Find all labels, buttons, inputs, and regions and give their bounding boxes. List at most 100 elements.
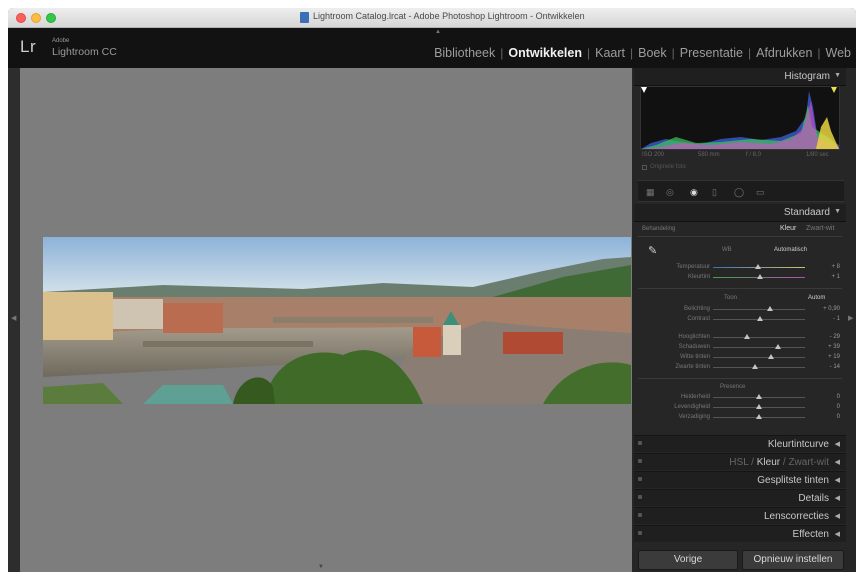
auto-tone-button[interactable]: Autom [808, 295, 825, 301]
slider-knob[interactable] [756, 404, 762, 409]
highlights-value[interactable]: - 29 [814, 334, 840, 340]
adobe-label: Adobe [52, 38, 70, 44]
clarity-value[interactable]: 0 [814, 394, 840, 400]
expand-icon: ◀ [834, 531, 840, 538]
histogram-chart[interactable] [640, 86, 840, 150]
collapse-icon: ▼ [834, 208, 841, 215]
module-slideshow[interactable]: Presentatie [675, 46, 748, 60]
panorama-photo [43, 237, 631, 404]
crop-tool-icon[interactable]: ▦ [646, 187, 655, 198]
whites-value[interactable]: + 19 [814, 354, 840, 360]
expand-left-panel-icon[interactable]: ◀ [11, 314, 16, 322]
adjustment-brush-icon[interactable]: ▭ [756, 187, 765, 198]
expand-filmstrip-icon[interactable]: ▼ [318, 564, 324, 570]
lens-corrections-panel-header[interactable]: Lenscorrecties ◀ [634, 507, 846, 524]
reset-button[interactable]: Opnieuw instellen [742, 550, 844, 570]
slider-knob[interactable] [768, 354, 774, 359]
blacks-slider[interactable] [713, 364, 805, 369]
tint-value[interactable]: + 1 [814, 274, 840, 280]
hsl-panel-header[interactable]: HSL / Kleur / Zwart-wit ◀ [634, 453, 846, 470]
shadows-value[interactable]: + 39 [814, 344, 840, 350]
radial-filter-icon[interactable]: ◯ [734, 187, 744, 198]
blacks-value[interactable]: - 14 [814, 364, 840, 370]
close-window-button[interactable] [16, 13, 26, 23]
split-toning-panel-header[interactable]: Gesplitste tinten ◀ [634, 471, 846, 488]
right-panel-edge: ▶ [846, 68, 856, 572]
contrast-slider[interactable] [713, 316, 805, 321]
module-header: Lr Adobe Lightroom CC ▲ Bibliotheek | Ont… [8, 28, 856, 68]
slider-knob[interactable] [757, 316, 763, 321]
module-map[interactable]: Kaart [590, 46, 630, 60]
minimize-window-button[interactable] [31, 13, 41, 23]
temperature-label: Temperatuur [676, 264, 710, 270]
product-name: Lightroom CC [52, 46, 117, 58]
document-icon [300, 12, 309, 23]
slider-knob[interactable] [757, 274, 763, 279]
tint-label: Kleurtint [687, 274, 710, 280]
treatment-bw-option[interactable]: Zwart-wit [806, 225, 834, 232]
slider-knob[interactable] [752, 364, 758, 369]
treatment-color-option[interactable]: Kleur [780, 225, 796, 232]
module-print[interactable]: Afdrukken [751, 46, 817, 60]
photo-canvas[interactable]: ▼ [20, 68, 632, 572]
slider-knob[interactable] [756, 394, 762, 399]
color-tab[interactable]: Kleur [757, 457, 780, 468]
exposure-slider[interactable] [713, 306, 805, 311]
hsl-tab[interactable]: HSL [729, 457, 748, 468]
histogram-header[interactable]: Histogram ▼ [634, 68, 846, 86]
shadows-slider[interactable] [713, 344, 805, 349]
slider-knob[interactable] [775, 344, 781, 349]
module-book[interactable]: Boek [633, 46, 672, 60]
white-balance-picker-icon[interactable]: ✎ [648, 244, 657, 257]
tool-strip: ▦ ◎ ◉ ▯ ◯ ▭ [638, 180, 844, 202]
original-photo-toggle[interactable]: Originele foto [642, 164, 686, 170]
exposure-label: Belichting [683, 306, 710, 312]
module-library[interactable]: Bibliotheek [429, 46, 500, 60]
details-panel-header[interactable]: Details ◀ [634, 489, 846, 506]
whites-label: Witte tinten [679, 354, 710, 360]
saturation-slider[interactable] [713, 414, 805, 419]
exposure-value[interactable]: + 0,90 [814, 306, 840, 312]
module-develop[interactable]: Ontwikkelen [503, 46, 587, 60]
module-web[interactable]: Web [821, 46, 856, 60]
vibrance-slider[interactable] [713, 404, 805, 409]
saturation-value[interactable]: 0 [814, 414, 840, 420]
red-eye-tool-icon[interactable]: ◉ [690, 187, 698, 198]
highlights-slider[interactable] [713, 334, 805, 339]
maximize-window-button[interactable] [46, 13, 56, 23]
histogram-info: ISO 200 580 mm f / 8,0 1/80 sec [642, 152, 840, 162]
left-panel-collapsed[interactable]: ◀ [8, 68, 20, 572]
collapse-top-panel-icon[interactable]: ▲ [435, 29, 441, 35]
wb-preset-dropdown[interactable]: Automatisch [774, 247, 807, 253]
shutter-value: 1/80 sec [806, 152, 829, 158]
expand-icon: ◀ [834, 441, 840, 448]
slider-knob[interactable] [756, 414, 762, 419]
slider-knob[interactable] [767, 306, 773, 311]
basic-panel-header[interactable]: Standaard ▼ [634, 204, 846, 222]
iso-value: ISO 200 [642, 152, 665, 158]
graduated-filter-icon[interactable]: ▯ [712, 187, 717, 198]
tint-slider[interactable] [713, 274, 805, 279]
effects-panel-header[interactable]: Effecten ◀ [634, 525, 846, 542]
vibrance-label: Levendigheid [674, 404, 710, 410]
bw-tab[interactable]: Zwart-wit [788, 457, 829, 468]
clarity-label: Helderheid [680, 394, 710, 400]
collapse-right-panel-icon[interactable]: ▶ [848, 314, 853, 322]
aperture-value: f / 8,0 [746, 152, 762, 158]
slider-knob[interactable] [744, 334, 750, 339]
spot-removal-tool-icon[interactable]: ◎ [666, 187, 674, 198]
expand-icon: ◀ [834, 513, 840, 520]
contrast-label: Contrast [687, 316, 710, 322]
contrast-value[interactable]: - 1 [814, 316, 840, 322]
checkbox-icon[interactable] [642, 165, 647, 170]
temperature-value[interactable]: + 8 [814, 264, 840, 270]
previous-button[interactable]: Vorige [638, 550, 738, 570]
vibrance-value[interactable]: 0 [814, 404, 840, 410]
wb-label: WB [722, 247, 732, 253]
treatment-label: Behandeling [642, 226, 676, 232]
slider-knob[interactable] [755, 264, 761, 269]
clarity-slider[interactable] [713, 394, 805, 399]
tone-curve-panel-header[interactable]: Kleurtintcurve ◀ [634, 435, 846, 452]
whites-slider[interactable] [713, 354, 805, 359]
temperature-slider[interactable] [713, 264, 805, 269]
